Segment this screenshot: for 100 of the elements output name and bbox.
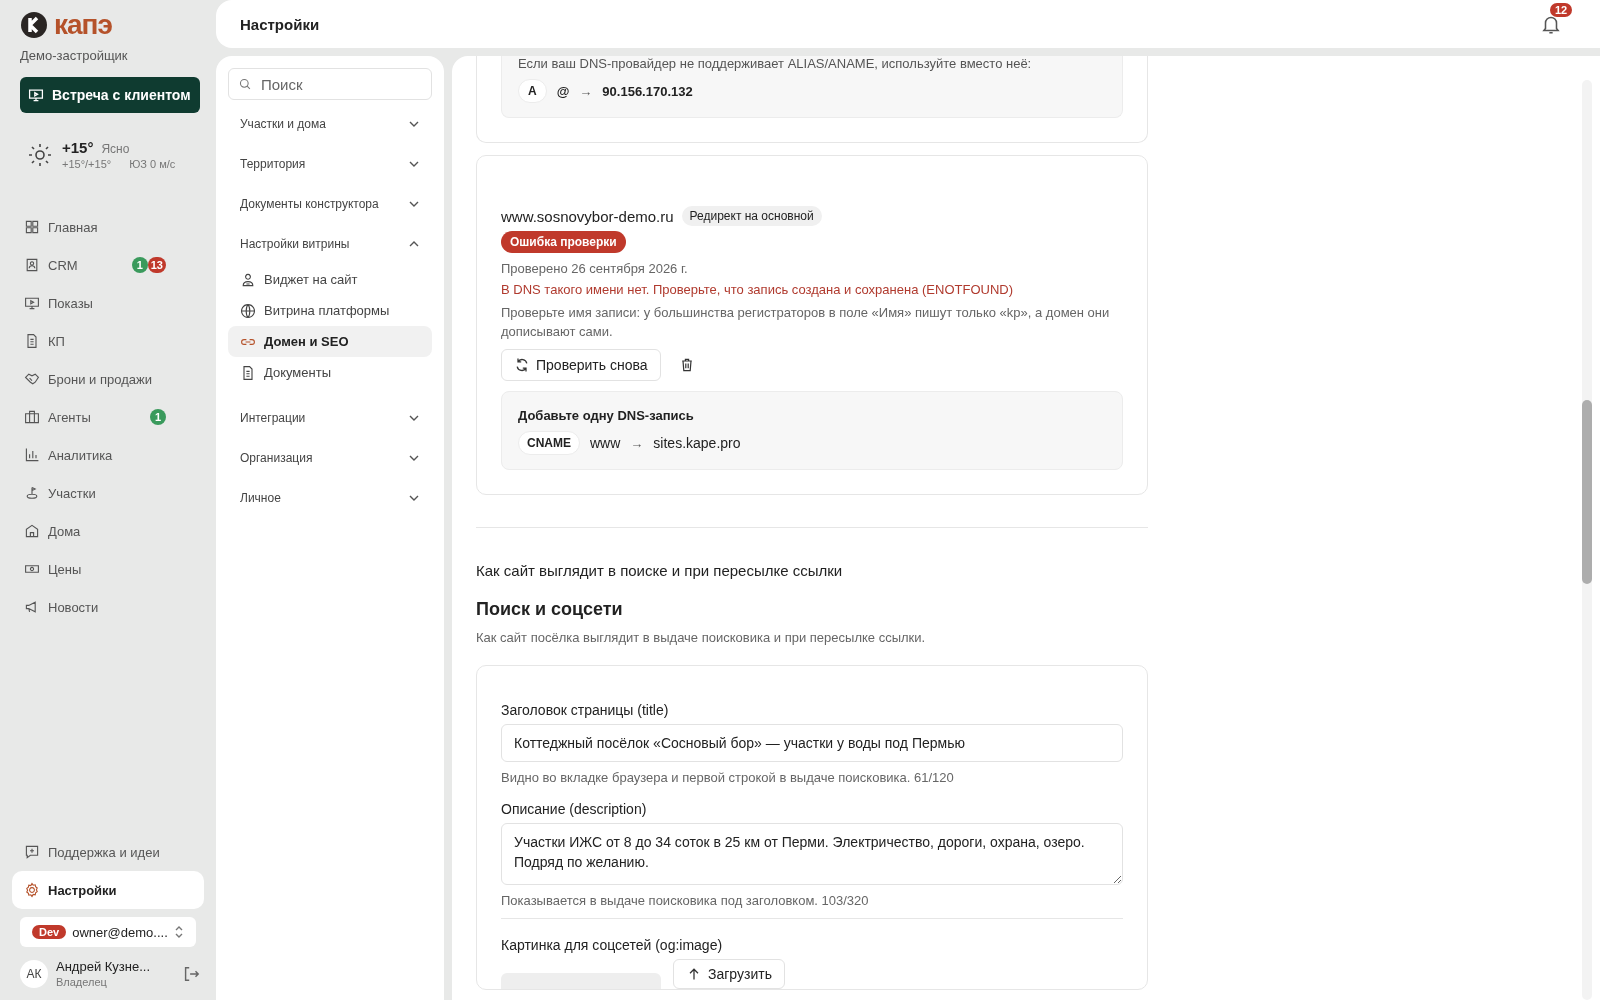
temperature: +15° — [62, 139, 94, 156]
person-card-icon — [24, 257, 40, 273]
user-name: Андрей Кузне... — [56, 959, 152, 974]
settings-group[interactable]: Личное — [228, 478, 432, 518]
account-switcher[interactable]: Dev owner@demo.... — [20, 917, 196, 947]
nav-item[interactable]: КП — [12, 322, 204, 360]
globe-icon — [240, 302, 256, 319]
group-label: Интеграции — [240, 411, 306, 425]
group-label: Территория — [240, 157, 306, 171]
description-field[interactable]: Участки ИЖС от 8 до 34 соток в 25 км от Перми. Электричество, дороги, охрана, озеро. Подряд по желанию. — [501, 823, 1123, 885]
notification-count: 12 — [1550, 3, 1573, 17]
count-badge: 13 — [147, 257, 166, 273]
settings-group[interactable]: Организация — [228, 438, 432, 478]
account-email: owner@demo.... — [72, 924, 168, 940]
section-subtitle: Как сайт посёлка выглядит в выдаче поисковика и при пересылке ссылки. — [476, 630, 927, 645]
monitor-icon — [28, 87, 44, 103]
user-role: Владелец — [56, 976, 108, 988]
nav-item[interactable]: Новости — [12, 588, 204, 626]
group-label: Документы конструктора — [240, 197, 379, 211]
settings-icon — [24, 882, 40, 898]
section-heading: Поиск и соцсети — [476, 599, 624, 620]
search-icon — [238, 77, 252, 91]
nav-item[interactable]: Показы — [12, 284, 204, 322]
logo-icon — [20, 11, 48, 39]
nav-label: Цены — [48, 561, 82, 577]
settings-group[interactable]: Участки и дома — [228, 104, 432, 144]
nav-label: Дома — [48, 523, 81, 539]
settings-group[interactable]: Настройки витрины — [228, 224, 432, 264]
record-name: www — [590, 435, 621, 451]
redirect-tag: Редирект на основной — [681, 206, 822, 226]
nav-label: Брони и продажи — [48, 371, 152, 387]
settings-group[interactable]: Территория — [228, 144, 432, 184]
group-label: Участки и дома — [240, 117, 326, 131]
nav-item[interactable]: Участки — [12, 474, 204, 512]
organization-name: Демо-застройщик — [19, 48, 129, 63]
nav-label: Настройки — [48, 882, 117, 898]
record-value: 90.156.170.132 — [602, 83, 693, 99]
house-icon — [24, 523, 40, 539]
hint-text: Проверьте имя записи: у большинства регистраторов в поле «Имя» пишут только «kp», а домен они дописывают сами. — [501, 304, 1111, 341]
logo-wordmark: капэ — [54, 10, 112, 40]
settings-item[interactable]: Документы — [228, 357, 432, 388]
upload-button[interactable]: Загрузить — [673, 959, 785, 989]
nav-item[interactable]: Поддержка и идеи — [12, 833, 204, 871]
field-label: Заголовок страницы (title) — [501, 702, 670, 718]
avatar: АК — [20, 959, 48, 988]
nav-item[interactable]: Агенты 1 — [12, 398, 204, 436]
search-field[interactable]: Поиск — [228, 68, 432, 100]
nav-item[interactable]: Брони и продажи — [12, 360, 204, 398]
nav-label: КП — [48, 333, 65, 349]
temperature-range: +15°/+15° — [62, 158, 112, 170]
record-value: sites.kape.pro — [653, 435, 741, 451]
nav-item[interactable]: Главная — [12, 208, 204, 246]
page-title: Настройки — [240, 15, 320, 33]
logout-icon[interactable] — [182, 964, 200, 983]
error-message: В DNS такого имени нет. Проверьте, что запись создана и сохранена (ENOTFOUND) — [501, 282, 1013, 297]
person-icon — [240, 271, 256, 288]
field-label: Картинка для соцсетей (og:image) — [501, 937, 724, 953]
nav-item[interactable]: Аналитика — [12, 436, 204, 474]
nav-label: Новости — [48, 599, 99, 615]
sun-icon — [28, 142, 52, 167]
weather-condition: Ясно — [101, 142, 130, 156]
chevron-up-down-icon — [174, 924, 184, 940]
record-type: CNAME — [518, 431, 580, 455]
nav-label: Показы — [48, 295, 93, 311]
monitor-icon — [24, 295, 40, 311]
bar-chart-icon — [24, 447, 40, 463]
item-label: Домен и SEO — [264, 334, 349, 349]
group-label: Организация — [240, 451, 313, 465]
nav-item[interactable]: Дома — [12, 512, 204, 550]
settings-group[interactable]: Интеграции — [228, 398, 432, 438]
recheck-button[interactable]: Проверить снова — [501, 349, 661, 381]
count-badge: 1 — [150, 409, 166, 425]
record-name: @ — [556, 83, 570, 99]
nav-item[interactable]: Цены — [12, 550, 204, 588]
nav-label: Главная — [48, 219, 98, 235]
settings-item[interactable]: Домен и SEO — [228, 326, 432, 357]
nav-label: CRM — [48, 257, 78, 273]
nav-label: Агенты — [48, 409, 91, 425]
count-badge: 1 — [131, 257, 148, 273]
group-label: Личное — [240, 491, 281, 505]
nav-label: Аналитика — [48, 447, 113, 463]
nav-label: Поддержка и идеи — [48, 844, 160, 860]
document-icon — [24, 333, 40, 349]
group-label: Настройки витрины — [240, 237, 350, 251]
title-field[interactable]: Коттеджный посёлок «Сосновый бор» — участки у воды под Пермью — [501, 724, 1123, 762]
scrollbar[interactable] — [1582, 80, 1592, 1000]
briefcase-icon — [24, 409, 40, 425]
item-label: Документы — [264, 365, 331, 380]
settings-group[interactable]: Документы конструктора — [228, 184, 432, 224]
environment-tag: Dev — [32, 925, 67, 939]
item-label: Витрина платформы — [264, 303, 390, 318]
checked-date: Проверено 26 сентября 2026 г. — [501, 260, 688, 278]
domain-name: www.sosnovybor-demo.ru — [501, 207, 674, 225]
chat-icon — [24, 844, 40, 860]
meeting-button[interactable]: Встреча с клиентом — [20, 77, 200, 113]
settings-item[interactable]: Витрина платформы — [228, 295, 432, 326]
nav-item[interactable]: Настройки — [12, 871, 204, 909]
settings-item[interactable]: Виджет на сайт — [228, 264, 432, 295]
nav-item[interactable]: CRM 1 13 — [12, 246, 204, 284]
status-tag: Ошибка проверки — [501, 231, 626, 253]
